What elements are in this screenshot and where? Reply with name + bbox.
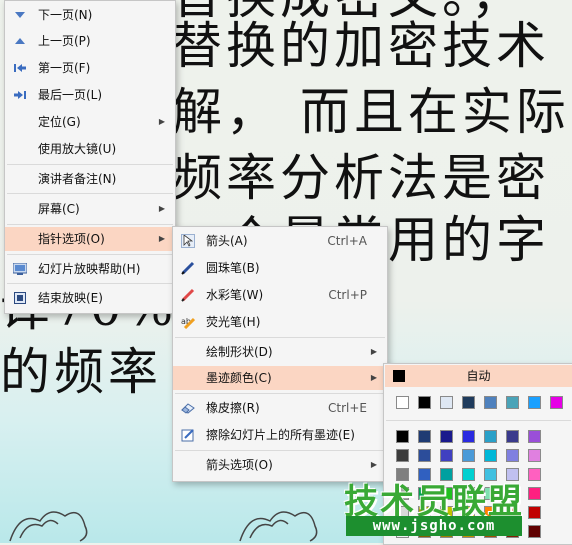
help-icon (13, 262, 27, 276)
menu-separator (7, 283, 173, 284)
triangle-up-icon (13, 34, 27, 48)
menu-item-label: 幻灯片放映帮助(H) (38, 262, 141, 276)
site-watermark: 技术员联盟 www.jsgho.com (344, 474, 534, 540)
submenu-arrow-icon: ▶ (158, 234, 165, 243)
menu-item-label: 荧光笔(H) (206, 315, 261, 329)
color-swatch[interactable] (550, 396, 563, 409)
menu-item-highlighter[interactable]: ab 荧光笔(H) (173, 310, 387, 334)
color-swatch[interactable] (418, 449, 431, 462)
menu-item-felt-pen[interactable]: 水彩笔(W) Ctrl+P (173, 283, 387, 307)
end-show-icon (13, 291, 27, 305)
slide-text-line: 替换的加密技术 (172, 17, 550, 75)
shortcut-label: Ctrl+A (327, 234, 367, 248)
color-swatch[interactable] (506, 396, 519, 409)
shortcut-label: Ctrl+E (328, 401, 367, 415)
menu-item-label: 指针选项(O) (38, 232, 105, 246)
color-swatch[interactable] (506, 449, 519, 462)
erase-all-icon (181, 428, 195, 442)
menu-separator (386, 420, 571, 421)
menu-item-next[interactable]: 下一页(N) (5, 3, 175, 27)
menu-item-end-show[interactable]: 结束放映(E) (5, 286, 175, 310)
color-swatch[interactable] (462, 449, 475, 462)
slideshow-context-menu: 下一页(N) 上一页(P) 第一页(F) 最后一页(L) 定位(G) ▶ 使用放… (4, 0, 176, 314)
menu-item-slideshow-help[interactable]: 幻灯片放映帮助(H) (5, 257, 175, 281)
menu-item-label: 上一页(P) (38, 34, 91, 48)
menu-separator (175, 337, 385, 338)
menu-separator (7, 193, 173, 194)
menu-item-label: 墨迹颜色(C) (206, 371, 272, 385)
slide-text-line: 解， 而且在实际 (172, 83, 570, 141)
menu-item-label: 屏幕(C) (38, 202, 80, 216)
menu-item-label: 演讲者备注(N) (38, 172, 117, 186)
submenu-arrow-icon: ▶ (370, 347, 377, 356)
highlighter-icon: ab (181, 315, 195, 329)
color-swatch[interactable] (396, 430, 409, 443)
color-swatch[interactable] (418, 396, 431, 409)
color-swatch[interactable] (484, 396, 497, 409)
menu-item-label: 圆珠笔(B) (206, 261, 260, 275)
menu-item-eraser[interactable]: 橡皮擦(R) Ctrl+E (173, 396, 387, 420)
last-page-icon (13, 88, 27, 102)
submenu-arrow-icon: ▶ (158, 117, 165, 126)
slide-text-line: 频率分析法是密 (172, 149, 550, 207)
menu-item-draw-shapes[interactable]: 绘制形状(D) ▶ (173, 340, 387, 364)
menu-item-label: 擦除幻灯片上的所有墨迹(E) (206, 428, 355, 442)
menu-item-speaker-notes[interactable]: 演讲者备注(N) (5, 167, 175, 191)
ballpoint-pen-icon (181, 261, 195, 275)
menu-separator (175, 393, 385, 394)
color-swatch[interactable] (462, 430, 475, 443)
pointer-options-submenu: 箭头(A) Ctrl+A 圆珠笔(B) 水彩笔(W) Ctrl+P ab 荧光笔… (172, 226, 388, 482)
menu-item-label: 定位(G) (38, 115, 81, 129)
menu-item-label: 箭头选项(O) (206, 458, 273, 472)
eraser-icon (181, 401, 195, 415)
color-swatch[interactable] (484, 430, 497, 443)
menu-item-ink-color[interactable]: 墨迹颜色(C) ▶ (173, 366, 387, 390)
menu-item-label: 最后一页(L) (38, 88, 103, 102)
menu-item-previous[interactable]: 上一页(P) (5, 29, 175, 53)
color-swatch[interactable] (528, 449, 541, 462)
first-page-icon (13, 61, 27, 75)
menu-item-label: 结束放映(E) (38, 291, 103, 305)
color-swatch[interactable] (484, 449, 497, 462)
menu-item-label: 箭头(A) (206, 234, 248, 248)
color-swatch[interactable] (440, 449, 453, 462)
menu-item-pointer-options[interactable]: 指针选项(O) ▶ (5, 227, 175, 251)
menu-item-erase-all-ink[interactable]: 擦除幻灯片上的所有墨迹(E) (173, 423, 387, 447)
menu-item-label: 橡皮擦(R) (206, 401, 260, 415)
watermark-url: www.jsgho.com (346, 516, 522, 536)
menu-separator (175, 450, 385, 451)
submenu-arrow-icon: ▶ (158, 204, 165, 213)
color-swatch[interactable] (396, 449, 409, 462)
menu-item-goto[interactable]: 定位(G) ▶ (5, 110, 175, 134)
triangle-down-icon (13, 8, 27, 22)
menu-item-magnifier[interactable]: 使用放大镜(U) (5, 137, 175, 161)
color-swatch[interactable] (418, 430, 431, 443)
menu-item-label: 下一页(N) (38, 8, 93, 22)
auto-color-option[interactable]: 自动 (385, 365, 572, 387)
color-swatch[interactable] (462, 396, 475, 409)
menu-item-first-page[interactable]: 第一页(F) (5, 56, 175, 80)
menu-separator (7, 224, 173, 225)
color-swatch[interactable] (528, 430, 541, 443)
arrow-pointer-icon (181, 234, 195, 248)
menu-item-screen[interactable]: 屏幕(C) ▶ (5, 197, 175, 221)
felt-pen-icon (181, 288, 195, 302)
color-swatch[interactable] (440, 430, 453, 443)
menu-separator (7, 164, 173, 165)
menu-item-label: 使用放大镜(U) (38, 142, 117, 156)
menu-item-last-page[interactable]: 最后一页(L) (5, 83, 175, 107)
menu-separator (7, 254, 173, 255)
menu-item-arrow[interactable]: 箭头(A) Ctrl+A (173, 229, 387, 253)
menu-item-label: 水彩笔(W) (206, 288, 264, 302)
auto-color-label: 自动 (466, 369, 491, 383)
color-swatch[interactable] (440, 396, 453, 409)
shortcut-label: Ctrl+P (328, 288, 367, 302)
color-swatch[interactable] (528, 396, 541, 409)
menu-item-label: 绘制形状(D) (206, 345, 273, 359)
color-swatch[interactable] (396, 396, 409, 409)
color-swatch[interactable] (506, 430, 519, 443)
menu-item-ballpoint-pen[interactable]: 圆珠笔(B) (173, 256, 387, 280)
menu-item-label: 第一页(F) (38, 61, 91, 75)
submenu-arrow-icon: ▶ (370, 373, 377, 382)
